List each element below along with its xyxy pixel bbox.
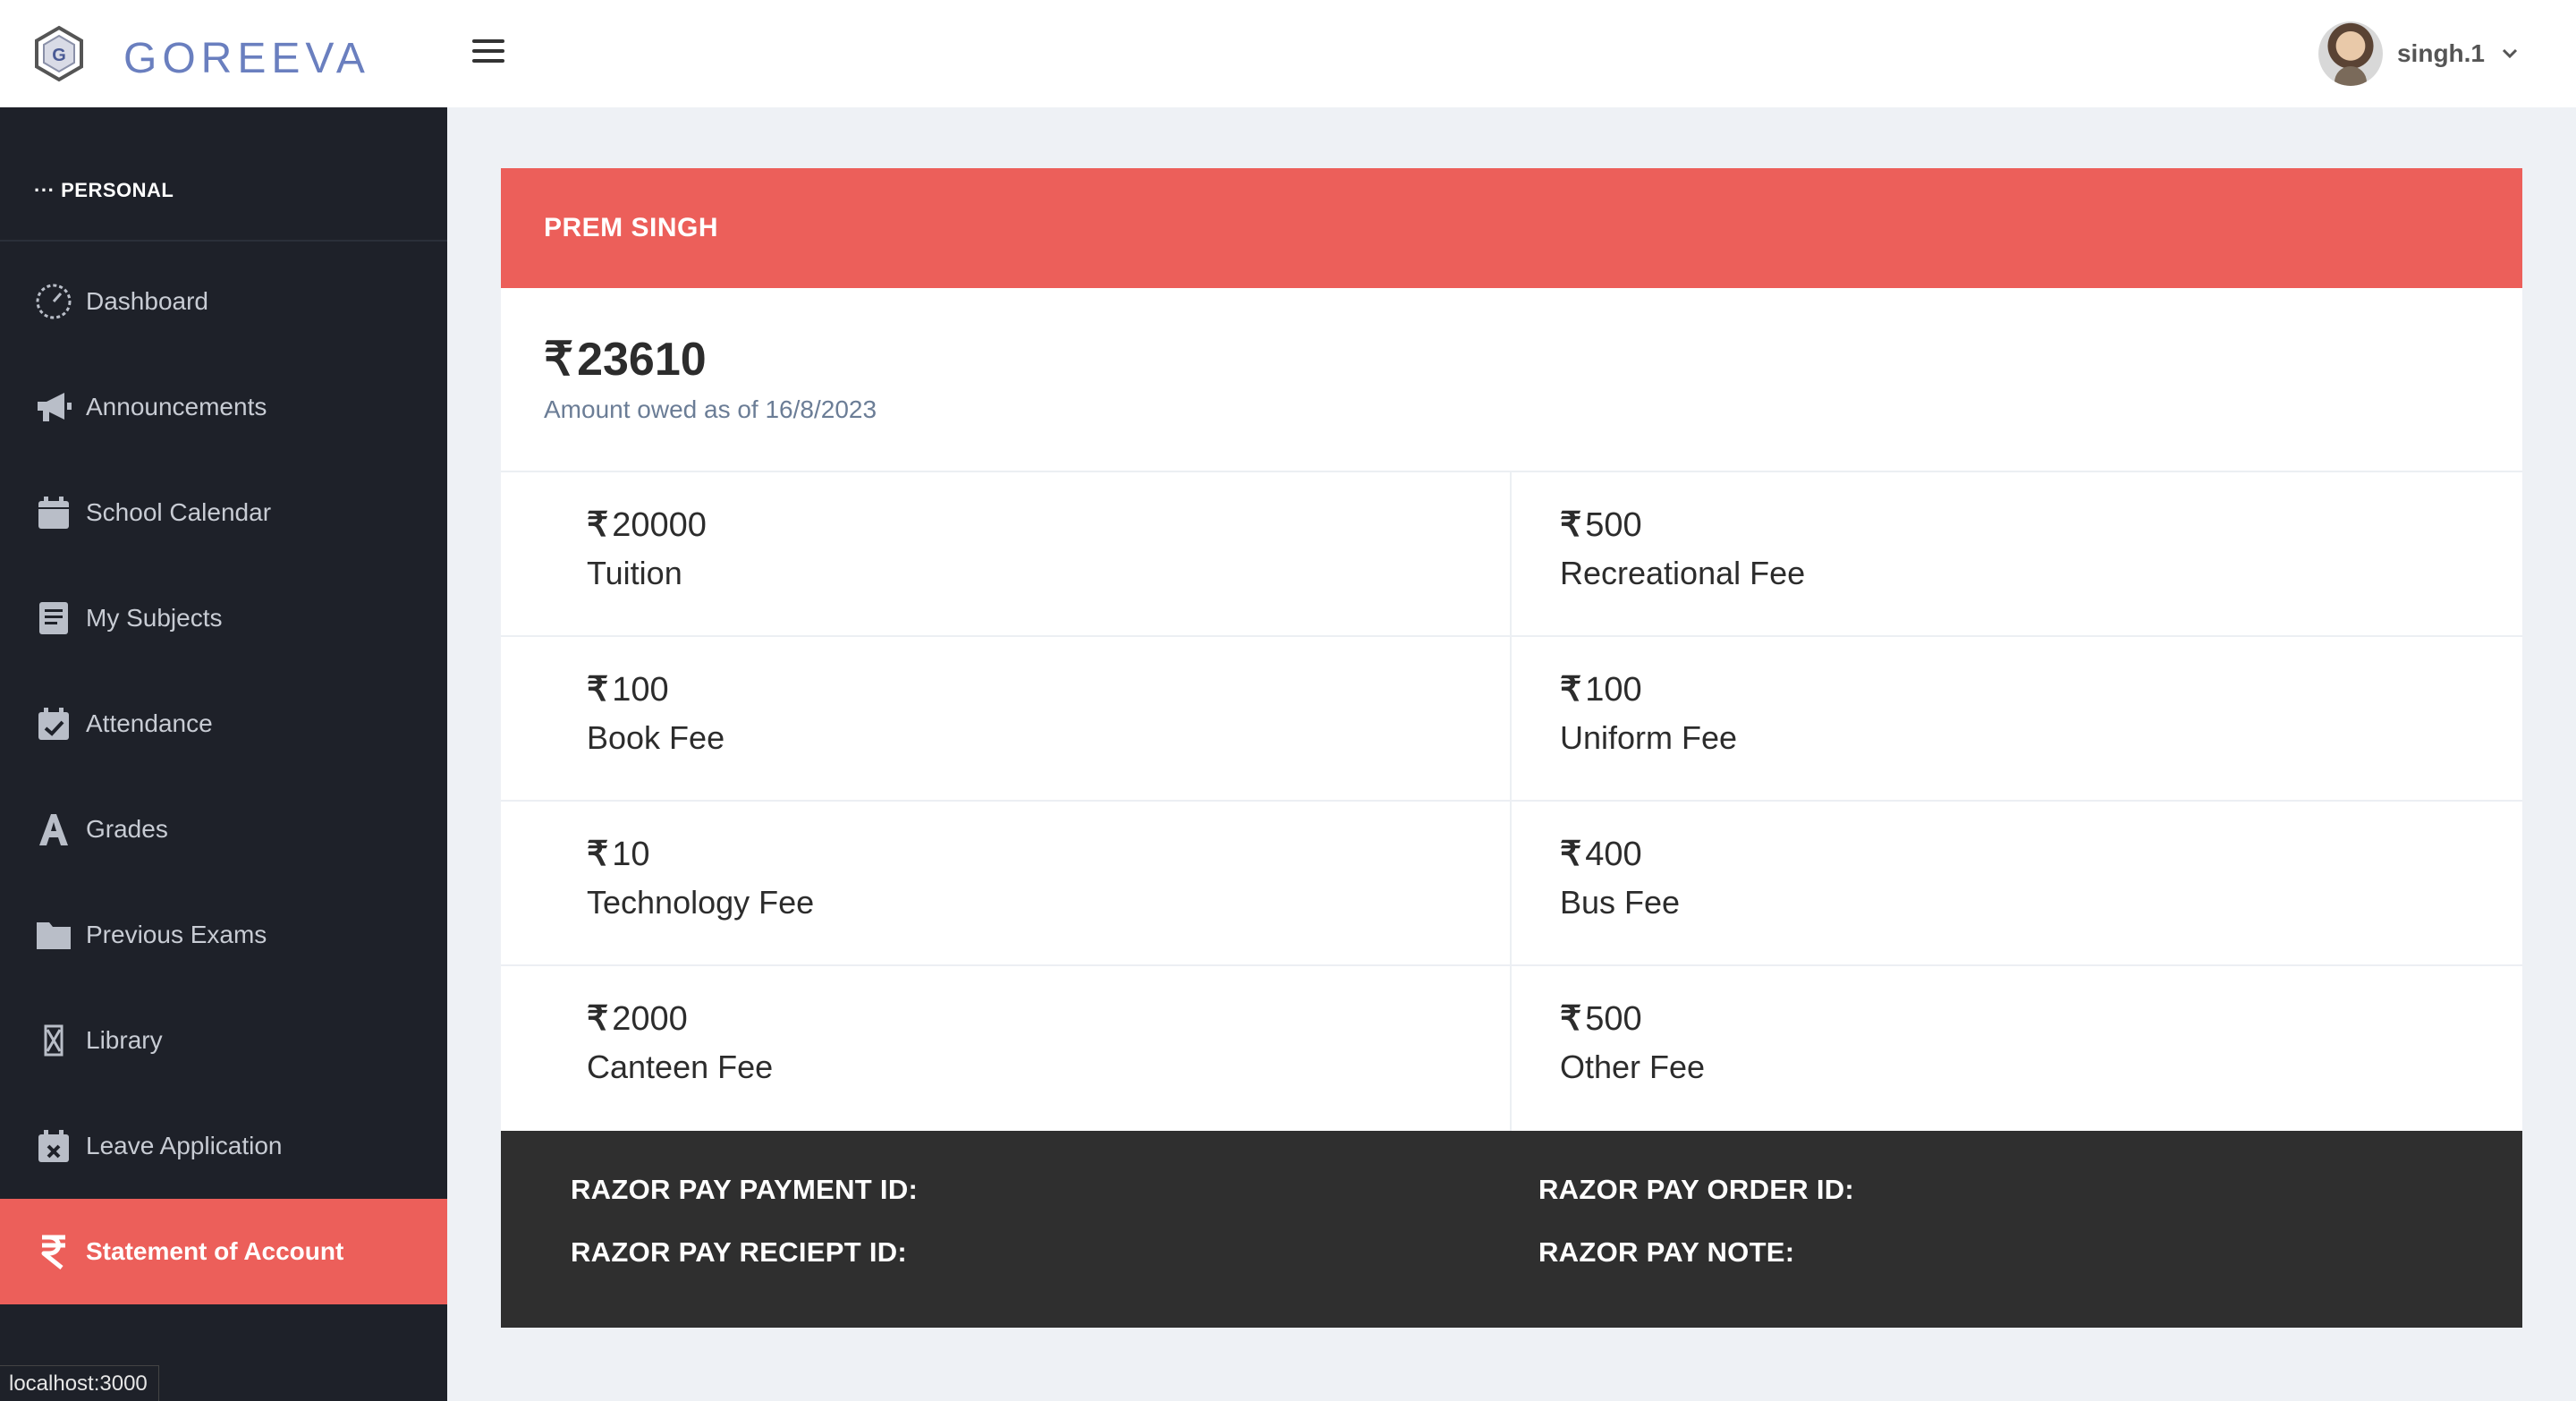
statement-summary: ₹23610 Amount owed as of 16/8/2023 [501,288,2522,472]
sidebar-item-label: Attendance [86,709,213,737]
payment-id-label: RAZOR PAY PAYMENT ID: [571,1174,919,1205]
sidebar-item-leave-application[interactable]: Leave Application [0,1093,447,1199]
sidebar-item-library[interactable]: Library [0,988,447,1093]
fee-item: ₹500 Recreational Fee [1512,472,2522,637]
sidebar-item-label: Grades [86,815,168,843]
calendar-x-icon [34,1126,73,1166]
sidebar-item-label: Previous Exams [86,921,267,948]
chevron-down-icon[interactable] [2499,43,2521,64]
rupee-icon [34,1232,73,1271]
statement-header: PREM SINGH [501,168,2522,288]
hourglass-icon [34,1021,73,1060]
sidebar-divider [0,240,447,242]
as-of-date: Amount owed as of 16/8/2023 [544,395,877,423]
rupee-icon: ₹ [1560,506,1582,544]
sidebar-item-label: Leave Application [86,1132,283,1159]
goreeva-logo-icon[interactable]: G [30,25,88,82]
dashboard-gauge-icon [34,282,73,321]
sidebar-item-label: Dashboard [86,287,208,315]
fee-amount: ₹400 [1560,836,1642,873]
total-owed: ₹23610 [544,334,707,386]
calendar-icon [34,493,73,532]
sidebar-item-announcements[interactable]: Announcements [0,354,447,460]
fee-item: ₹10 Technology Fee [501,802,1512,966]
username[interactable]: singh.1 [2397,39,2485,68]
fee-amount: ₹100 [587,671,669,709]
fee-amount: ₹10 [587,836,650,873]
svg-text:G: G [52,46,66,65]
sidebar-item-my-subjects[interactable]: My Subjects [0,565,447,671]
fee-name: Recreational Fee [1560,555,1806,591]
calendar-check-icon [34,704,73,743]
rupee-icon: ₹ [587,1000,609,1038]
book-icon [34,599,73,638]
fee-name: Canteen Fee [587,1049,774,1085]
user-menu[interactable]: singh.1 [2318,21,2521,86]
fee-amount: ₹500 [1560,506,1642,544]
hamburger-menu-icon[interactable] [472,39,504,68]
fee-item: ₹500 Other Fee [1512,966,2522,1131]
sidebar-section-label: ··· PERSONAL [34,179,174,201]
megaphone-icon [34,387,73,427]
avatar[interactable] [2318,21,2383,86]
fee-name: Tuition [587,555,682,591]
sidebar-item-label: Statement of Account [86,1237,344,1265]
sidebar-item-label: My Subjects [86,604,223,632]
status-bar-url: localhost:3000 [0,1365,159,1401]
rupee-icon: ₹ [1560,1000,1582,1038]
sidebar-item-statement-of-account[interactable]: Statement of Account [0,1199,447,1304]
fee-amount: ₹500 [1560,1000,1642,1038]
rupee-icon: ₹ [587,671,609,709]
fee-name: Other Fee [1560,1049,1706,1085]
top-header: G GOREEVA singh.1 [0,0,2576,107]
sidebar-item-previous-exams[interactable]: Previous Exams [0,882,447,988]
sidebar-item-attendance[interactable]: Attendance [0,671,447,777]
fee-item: ₹100 Book Fee [501,637,1512,802]
payment-details: RAZOR PAY PAYMENT ID: RAZOR PAY ORDER ID… [501,1131,2522,1328]
order-id-label: RAZOR PAY ORDER ID: [1538,1174,1855,1205]
rupee-icon: ₹ [587,836,609,873]
fee-item: ₹2000 Canteen Fee [501,966,1512,1131]
student-name: PREM SINGH [544,213,719,242]
receipt-id-label: RAZOR PAY RECIEPT ID: [571,1236,908,1268]
sidebar-item-label: Announcements [86,393,267,420]
fee-amount: ₹100 [1560,671,1642,709]
letter-a-icon [34,810,73,849]
sidebar-item-dashboard[interactable]: Dashboard [0,249,447,354]
sidebar-item-label: Library [86,1026,163,1054]
brand-name[interactable]: GOREEVA [123,32,370,86]
dots-icon: ··· [34,179,62,201]
sidebar-item-school-calendar[interactable]: School Calendar [0,460,447,565]
fee-amount: ₹20000 [587,506,707,544]
fee-name: Technology Fee [587,884,815,921]
rupee-icon: ₹ [587,506,609,544]
fee-name: Uniform Fee [1560,719,1738,756]
fee-name: Book Fee [587,719,725,756]
fee-item: ₹400 Bus Fee [1512,802,2522,966]
fee-breakdown: ₹20000 Tuition ₹500 Recreational Fee ₹10… [501,472,2522,1131]
rupee-icon: ₹ [544,334,574,386]
fee-amount: ₹2000 [587,1000,688,1038]
fee-item: ₹20000 Tuition [501,472,1512,637]
folder-icon [34,915,73,955]
note-label: RAZOR PAY NOTE: [1538,1236,1795,1268]
fee-item: ₹100 Uniform Fee [1512,637,2522,802]
fee-name: Bus Fee [1560,884,1681,921]
sidebar-item-grades[interactable]: Grades [0,777,447,882]
rupee-icon: ₹ [1560,671,1582,709]
sidebar-item-label: School Calendar [86,498,272,526]
rupee-icon: ₹ [1560,836,1582,873]
